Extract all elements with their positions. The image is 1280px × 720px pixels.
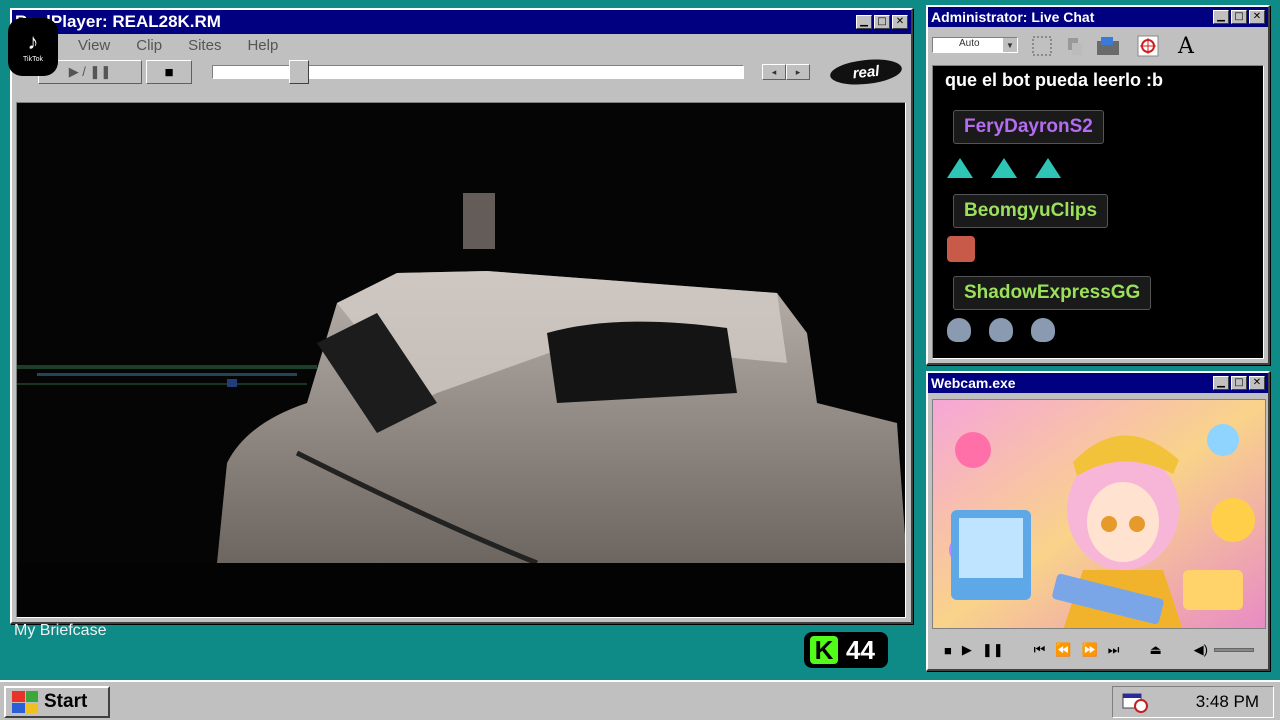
emote-row <box>947 236 975 262</box>
emote-row <box>947 318 1055 342</box>
target-icon[interactable] <box>1134 33 1162 59</box>
stop-button[interactable]: ■ <box>146 60 192 84</box>
real-logo: real <box>828 56 904 88</box>
realplayer-window: RealPlayer: REAL28K.RM ▁ □ ✕ View Clip S… <box>10 8 913 624</box>
emote-icon <box>1035 158 1061 178</box>
menu-view[interactable]: View <box>76 37 112 54</box>
seek-thumb[interactable] <box>289 60 309 84</box>
paste-icon[interactable] <box>1094 33 1122 59</box>
close-button[interactable]: ✕ <box>1249 376 1265 390</box>
tiktok-label: TikTok <box>23 56 43 63</box>
menu-bar: View Clip Sites Help <box>12 34 911 56</box>
tiktok-logo: ♪ TikTok <box>8 18 58 76</box>
menu-clip[interactable]: Clip <box>134 37 164 54</box>
minimize-button[interactable]: ▁ <box>1213 10 1229 24</box>
eject-button[interactable]: ⏏ <box>1149 642 1161 658</box>
emote-icon <box>947 236 975 262</box>
clock[interactable]: 3:48 PM <box>1196 692 1259 712</box>
chat-messages[interactable]: que el bot pueda leerlo :b FeryDayronS2 … <box>932 65 1264 359</box>
webcam-titlebar[interactable]: Webcam.exe ▁ □ ✕ <box>928 373 1268 393</box>
chevron-down-icon: ▼ <box>1003 38 1017 52</box>
prev-clip-button[interactable]: ◂ <box>762 64 786 80</box>
speaker-icon: ◀) <box>1193 642 1208 657</box>
volume-control[interactable]: ◀) <box>1194 642 1254 658</box>
next-clip-button[interactable]: ▸ <box>786 64 810 80</box>
my-briefcase-icon-label[interactable]: My Briefcase <box>14 622 106 640</box>
chat-username[interactable]: ShadowExpressGG <box>953 276 1152 310</box>
emote-icon <box>989 318 1013 342</box>
play-button[interactable]: ▶ <box>962 642 972 658</box>
emote-icon <box>1031 318 1055 342</box>
emote-icon <box>947 318 971 342</box>
tiktok-icon: ♪ <box>27 29 39 54</box>
start-button[interactable]: Start <box>4 686 110 718</box>
live-chat-window: Administrator: Live Chat ▁ □ ✕ Auto ▼ A … <box>926 5 1270 365</box>
webcam-window: Webcam.exe ▁ □ ✕ ■ ▶ ❚❚ ⏮ ⏪ ⏩ ⏭ ⏏ ◀) <box>926 371 1270 671</box>
player-controls: ▶ / ❚❚ ■ ◂ ▸ real <box>12 56 911 88</box>
anime-avatar-image <box>933 400 1265 628</box>
minimize-button[interactable]: ▁ <box>1213 376 1229 390</box>
video-area[interactable] <box>16 102 906 618</box>
taskbar: Start 3:48 PM <box>0 680 1280 720</box>
start-label: Start <box>44 691 88 712</box>
webcam-controls: ■ ▶ ❚❚ ⏮ ⏪ ⏩ ⏭ ⏏ ◀) <box>932 635 1266 665</box>
minimize-button[interactable]: ▁ <box>856 15 872 29</box>
maximize-button[interactable]: □ <box>1231 10 1247 24</box>
stop-button[interactable]: ■ <box>944 643 952 658</box>
video-frame-car <box>17 103 905 617</box>
realplayer-title: RealPlayer: REAL28K.RM <box>15 12 221 31</box>
emote-icon <box>947 158 973 178</box>
menu-help[interactable]: Help <box>245 37 280 54</box>
select-icon[interactable] <box>1028 33 1056 59</box>
maximize-button[interactable]: □ <box>1231 376 1247 390</box>
pause-button[interactable]: ❚❚ <box>982 642 1004 658</box>
scissors-icon[interactable] <box>1060 33 1088 59</box>
webcam-feed <box>932 399 1266 629</box>
chat-username[interactable]: FeryDayronS2 <box>953 110 1104 144</box>
maximize-button[interactable]: □ <box>874 15 890 29</box>
realplayer-titlebar[interactable]: RealPlayer: REAL28K.RM ▁ □ ✕ <box>12 10 911 34</box>
close-button[interactable]: ✕ <box>892 15 908 29</box>
system-tray: 3:48 PM <box>1112 686 1274 718</box>
chat-message-text: que el bot pueda leerlo :b <box>945 70 1164 90</box>
windows-logo-icon <box>12 691 38 713</box>
menu-sites[interactable]: Sites <box>186 37 223 54</box>
scheduler-icon[interactable] <box>1121 691 1149 713</box>
kick-viewer-badge: K 44 <box>804 632 888 668</box>
webcam-title: Webcam.exe <box>931 375 1016 391</box>
rewind-button[interactable]: ⏪ <box>1055 642 1071 658</box>
viewer-count: 44 <box>846 634 875 665</box>
chat-username[interactable]: BeomgyuClips <box>953 194 1109 228</box>
emote-row <box>947 158 1061 178</box>
live-chat-titlebar[interactable]: Administrator: Live Chat ▁ □ ✕ <box>928 7 1268 27</box>
skip-back-button[interactable]: ⏮ <box>1034 642 1046 658</box>
font-size-value: Auto <box>959 38 980 49</box>
live-chat-title: Administrator: Live Chat <box>931 9 1095 25</box>
skip-forward-button[interactable]: ⏭ <box>1108 642 1120 658</box>
close-button[interactable]: ✕ <box>1249 10 1265 24</box>
text-icon[interactable]: A <box>1172 33 1200 59</box>
emote-icon <box>991 158 1017 178</box>
fast-forward-button[interactable]: ⏩ <box>1082 642 1098 658</box>
font-size-select[interactable]: Auto ▼ <box>932 37 1018 53</box>
chat-toolbar: Auto ▼ A <box>928 27 1268 61</box>
kick-logo-icon: K <box>810 635 838 665</box>
volume-slider[interactable] <box>1214 648 1254 652</box>
